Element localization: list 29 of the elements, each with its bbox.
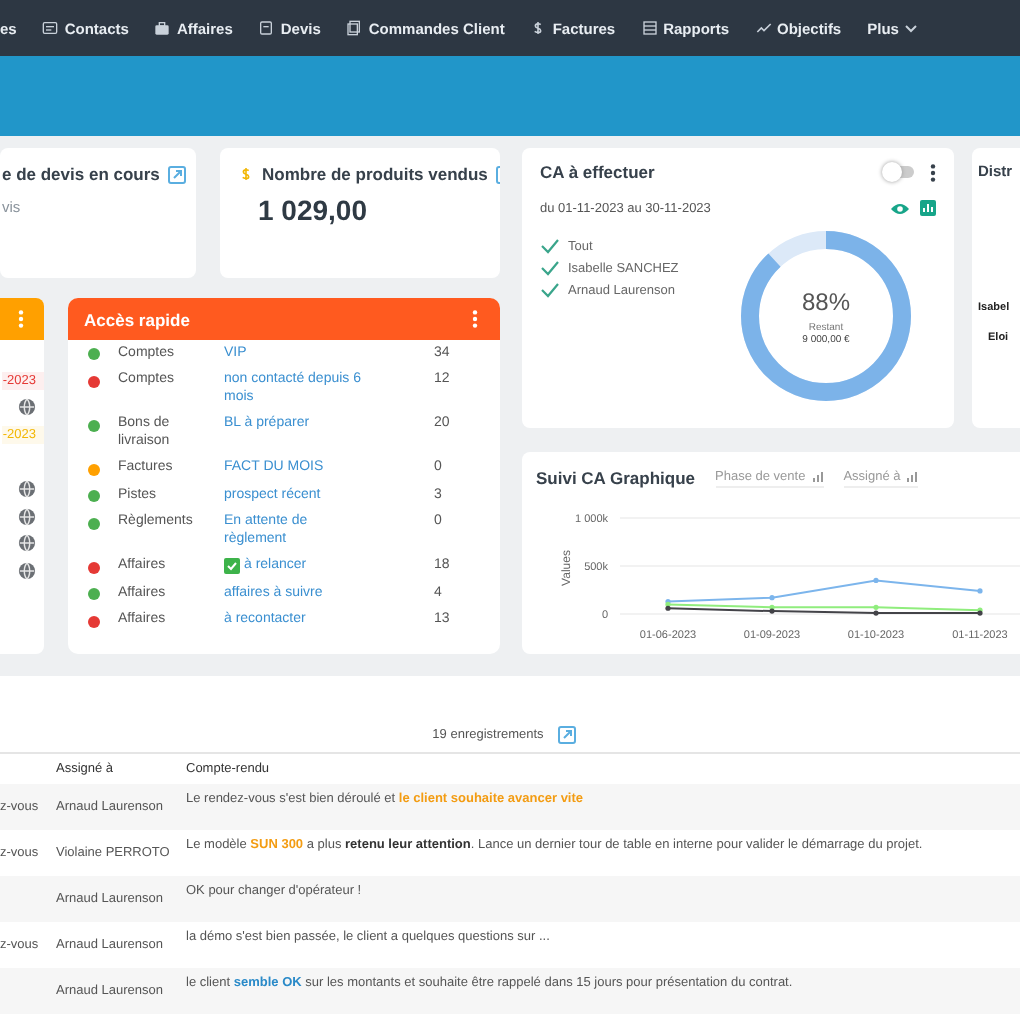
copies-icon [346, 20, 363, 36]
card-title: CA à effectuer [540, 162, 655, 182]
table-icon [641, 20, 658, 36]
kpi-value: 1 029,00 [258, 194, 369, 226]
briefcase-icon [154, 20, 171, 36]
dollar-icon [238, 166, 254, 182]
document-icon [258, 20, 275, 36]
globe-icon [18, 398, 36, 417]
sort-icon [811, 470, 824, 482]
eye-icon[interactable] [890, 201, 910, 215]
globe-icon [18, 507, 36, 526]
globe-icon [18, 480, 36, 499]
percent-value: 88% [801, 287, 851, 315]
globe-icon [18, 562, 36, 581]
globe-icon [18, 534, 36, 553]
bar-chart-icon[interactable] [920, 200, 936, 216]
checkbox-icon [224, 558, 240, 574]
sort-icon [906, 470, 919, 482]
dollar-icon [530, 20, 547, 36]
external-link-icon[interactable] [167, 165, 186, 183]
card-title: Suivi CA Graphique [536, 468, 696, 488]
card-title: e de devis en cours [2, 164, 160, 184]
external-link-icon[interactable] [557, 726, 576, 744]
more-options-icon[interactable] [930, 163, 936, 181]
contact-card-icon [42, 20, 59, 36]
toggle-switch[interactable] [886, 166, 914, 178]
card-title: Nombre de produits vendus [262, 164, 488, 184]
card-title: Accès rapide [84, 309, 190, 329]
trend-line-icon [755, 20, 772, 36]
